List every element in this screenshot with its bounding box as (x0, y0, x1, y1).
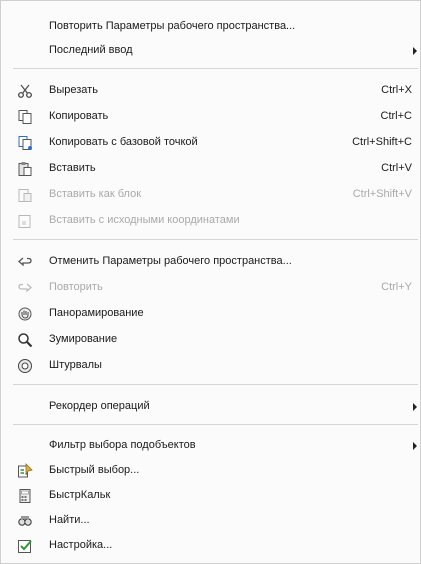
paste-icon (17, 161, 33, 177)
menu-item-copy-with-base-point[interactable]: Копировать с базовой точкой Ctrl+Shift+C (1, 133, 420, 153)
menu-item-label: Фильтр выбора подобъектов (49, 439, 196, 451)
options-checkbox-icon (17, 538, 33, 554)
menu-item-repeat-workspace-settings[interactable]: Повторить Параметры рабочего пространств… (1, 17, 420, 37)
menu-item-redo[interactable]: Повторить Ctrl+Y (1, 278, 420, 298)
shortcut-text: Ctrl+C (380, 110, 412, 122)
submenu-arrow-icon (413, 403, 417, 411)
shortcut-text: Ctrl+Y (381, 281, 412, 293)
menu-item-label: Вставить (49, 162, 96, 174)
separator (13, 384, 418, 385)
calculator-icon (17, 488, 33, 504)
separator (13, 424, 418, 425)
menu-item-quick-select[interactable]: Быстрый выбор... (1, 461, 420, 481)
scissors-icon (17, 83, 33, 99)
menu-item-recent-input[interactable]: Последний ввод (1, 41, 420, 61)
menu-item-copy[interactable]: Копировать Ctrl+C (1, 107, 420, 127)
menu-item-paste[interactable]: Вставить Ctrl+V (1, 159, 420, 179)
menu-item-cut[interactable]: Вырезать Ctrl+X (1, 81, 420, 101)
menu-item-label: Отменить Параметры рабочего пространства… (49, 255, 292, 267)
menu-item-find[interactable]: Найти... (1, 511, 420, 531)
menu-item-label: Повторить (49, 281, 103, 293)
pan-hand-icon (17, 306, 33, 322)
menu-item-label: БыстрКальк (49, 489, 111, 501)
menu-item-action-recorder[interactable]: Рекордер операций (1, 397, 420, 417)
context-menu: Повторить Параметры рабочего пространств… (0, 0, 421, 564)
menu-item-label: Настройка... (49, 539, 113, 551)
menu-item-label: Быстрый выбор... (49, 464, 140, 476)
menu-item-paste-original-coordinates[interactable]: Вставить с исходными координатами (1, 211, 420, 231)
submenu-arrow-icon (413, 47, 417, 55)
menu-item-label: Последний ввод (49, 44, 133, 56)
undo-icon (17, 254, 33, 270)
shortcut-text: Ctrl+Shift+V (352, 188, 412, 200)
menu-item-label: Штурвалы (49, 359, 102, 371)
menu-item-subobject-selection-filter[interactable]: Фильтр выбора подобъектов (1, 436, 420, 456)
menu-item-quickcalc[interactable]: БыстрКальк (1, 486, 420, 506)
separator (13, 68, 418, 69)
menu-item-label: Повторить Параметры рабочего пространств… (49, 20, 296, 32)
shortcut-text: Ctrl+X (381, 84, 412, 96)
zoom-magnifier-icon (17, 332, 33, 348)
paste-as-block-icon (17, 187, 33, 203)
steering-wheel-icon (17, 358, 33, 374)
menu-item-steering-wheels[interactable]: Штурвалы (1, 356, 420, 376)
submenu-arrow-icon (413, 442, 417, 450)
menu-item-label: Вырезать (49, 84, 98, 96)
menu-item-pan[interactable]: Панорамирование (1, 304, 420, 324)
quick-select-icon (17, 463, 33, 479)
copy-icon (17, 109, 33, 125)
menu-item-undo-workspace-settings[interactable]: Отменить Параметры рабочего пространства… (1, 252, 420, 272)
paste-original-coordinates-icon (17, 213, 33, 229)
find-binoculars-icon (17, 513, 33, 529)
menu-item-label: Копировать (49, 110, 109, 122)
menu-item-label: Панорамирование (49, 307, 144, 319)
copy-base-point-icon (17, 135, 33, 151)
menu-item-label: Найти... (49, 514, 90, 526)
menu-item-label: Зумирование (49, 333, 118, 345)
shortcut-text: Ctrl+Shift+C (352, 136, 412, 148)
redo-icon (17, 280, 33, 296)
menu-item-label: Вставить как блок (49, 188, 142, 200)
shortcut-text: Ctrl+V (381, 162, 412, 174)
menu-item-options[interactable]: Настройка... (1, 536, 420, 556)
menu-item-label: Копировать с базовой точкой (49, 136, 198, 148)
separator (13, 239, 418, 240)
menu-item-label: Рекордер операций (49, 400, 150, 412)
menu-item-paste-as-block[interactable]: Вставить как блок Ctrl+Shift+V (1, 185, 420, 205)
menu-item-label: Вставить с исходными координатами (49, 214, 240, 226)
menu-item-zoom[interactable]: Зумирование (1, 330, 420, 350)
